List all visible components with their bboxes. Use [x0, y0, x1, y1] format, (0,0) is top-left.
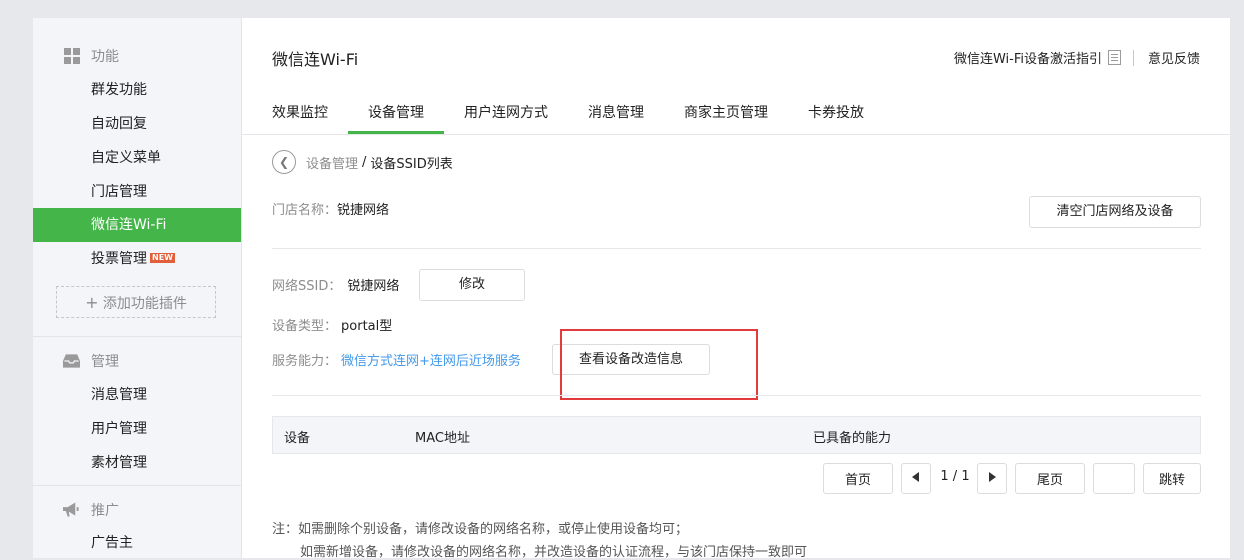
- header-links: 微信连Wi-Fi设备激活指引 意见反馈: [954, 48, 1200, 67]
- sidebar: 功能 群发功能 自动回复 自定义菜单 门店管理 微信连Wi-Fi 投票管理 NEW…: [33, 18, 242, 558]
- last-page-button[interactable]: 尾页: [1015, 463, 1085, 494]
- sidebar-divider: [33, 485, 241, 486]
- highlight-box: [560, 329, 758, 400]
- sidebar-item-wifi[interactable]: 微信连Wi-Fi: [33, 208, 241, 242]
- plus-icon: +: [85, 293, 99, 312]
- jump-button[interactable]: 跳转: [1143, 463, 1201, 494]
- document-icon[interactable]: [1107, 50, 1121, 65]
- tab-user-connect[interactable]: 用户连网方式: [444, 104, 568, 134]
- caret-left-icon: [912, 471, 920, 486]
- page-jump-input[interactable]: [1093, 463, 1135, 494]
- edit-ssid-button[interactable]: 修改: [419, 269, 525, 301]
- sidebar-item-custom-menu[interactable]: 自定义菜单: [33, 141, 241, 175]
- store-name-row: 门店名称： 锐捷网络: [272, 199, 389, 218]
- column-header-capability: 已具备的能力: [813, 431, 892, 446]
- sidebar-item-auto-reply[interactable]: 自动回复: [33, 107, 241, 141]
- clear-store-button[interactable]: 清空门店网络及设备: [1029, 196, 1201, 228]
- sidebar-item-vote[interactable]: 投票管理 NEW: [33, 242, 241, 276]
- page-indicator: 1 / 1: [940, 469, 970, 484]
- device-type-row: 设备类型： portal型: [272, 315, 392, 334]
- store-name-value: 锐捷网络: [337, 203, 390, 218]
- sidebar-divider: [33, 336, 241, 337]
- link-separator: [1132, 49, 1134, 66]
- sidebar-item-store-manage[interactable]: 门店管理: [33, 175, 241, 209]
- inbox-icon: [63, 353, 80, 370]
- section-title: 推广: [91, 503, 119, 519]
- device-type-value: portal型: [341, 319, 393, 334]
- main-panel: 微信连Wi-Fi 微信连Wi-Fi设备激活指引 意见反馈 效果监控 设备管理 用…: [242, 18, 1230, 560]
- sidebar-item-label: 投票管理: [91, 251, 147, 267]
- add-plugin-button[interactable]: + 添加功能插件: [56, 286, 216, 318]
- section-divider: [272, 248, 1201, 249]
- prev-page-button[interactable]: [901, 463, 931, 494]
- tab-message-manage[interactable]: 消息管理: [568, 104, 664, 134]
- breadcrumb-separator: /: [362, 154, 367, 170]
- sidebar-item-advertiser[interactable]: 广告主: [33, 526, 241, 560]
- add-plugin-label: 添加功能插件: [102, 296, 187, 312]
- megaphone-icon: [63, 502, 80, 519]
- section-divider: [272, 395, 1201, 396]
- tab-bar: 效果监控 设备管理 用户连网方式 消息管理 商家主页管理 卡券投放: [272, 104, 884, 134]
- first-page-button[interactable]: 首页: [823, 463, 893, 494]
- column-header-mac: MAC地址: [415, 431, 470, 446]
- ssid-label: 网络SSID：: [272, 279, 342, 294]
- next-page-button[interactable]: [977, 463, 1007, 494]
- new-badge: NEW: [150, 253, 175, 263]
- back-icon[interactable]: ❮: [272, 150, 296, 174]
- ssid-value: 锐捷网络: [347, 279, 400, 294]
- device-type-label: 设备类型：: [272, 319, 338, 334]
- sidebar-item-messages[interactable]: 消息管理: [33, 378, 241, 412]
- ssid-row: 网络SSID： 锐捷网络: [272, 275, 399, 294]
- section-title: 功能: [91, 49, 119, 65]
- caret-right-icon: [988, 471, 996, 486]
- capability-label: 服务能力：: [272, 354, 338, 369]
- page-title: 微信连Wi-Fi: [272, 50, 359, 69]
- section-manage: 管理: [63, 351, 119, 371]
- table-header: 设备 MAC地址 已具备的能力: [272, 416, 1201, 454]
- section-function: 功能: [63, 46, 119, 66]
- tab-device-manage[interactable]: 设备管理: [348, 104, 444, 134]
- column-header-device: 设备: [284, 431, 311, 446]
- activation-guide-link[interactable]: 微信连Wi-Fi设备激活指引: [954, 48, 1102, 67]
- breadcrumb-current: 设备SSID列表: [370, 156, 453, 172]
- note-line-2: 如需新增设备，请修改设备的网络名称，并改造设备的认证流程，与该门店保持一致即可: [300, 545, 808, 560]
- capability-link[interactable]: 微信方式连网+连网后近场服务: [341, 350, 521, 369]
- breadcrumb-parent[interactable]: 设备管理: [306, 153, 358, 172]
- note-line-1: 注：如需删除个别设备，请修改设备的网络名称，或停止使用设备均可；: [272, 522, 689, 537]
- sidebar-item-materials[interactable]: 素材管理: [33, 446, 241, 480]
- tabs-divider: [242, 134, 1230, 135]
- sidebar-item-users[interactable]: 用户管理: [33, 412, 241, 446]
- breadcrumb: ❮ 设备管理 / 设备SSID列表: [272, 150, 453, 174]
- feedback-link[interactable]: 意见反馈: [1148, 48, 1200, 67]
- capability-row: 服务能力： 微信方式连网+连网后近场服务: [272, 350, 521, 369]
- sidebar-item-mass-send[interactable]: 群发功能: [33, 73, 241, 107]
- section-promotion: 推广: [63, 500, 119, 520]
- tab-effect-monitor[interactable]: 效果监控: [272, 104, 348, 134]
- store-name-label: 门店名称：: [272, 203, 338, 218]
- grid-icon: [63, 48, 80, 65]
- tab-coupon[interactable]: 卡券投放: [788, 104, 884, 134]
- section-title: 管理: [91, 354, 119, 370]
- tab-merchant-home[interactable]: 商家主页管理: [664, 104, 788, 134]
